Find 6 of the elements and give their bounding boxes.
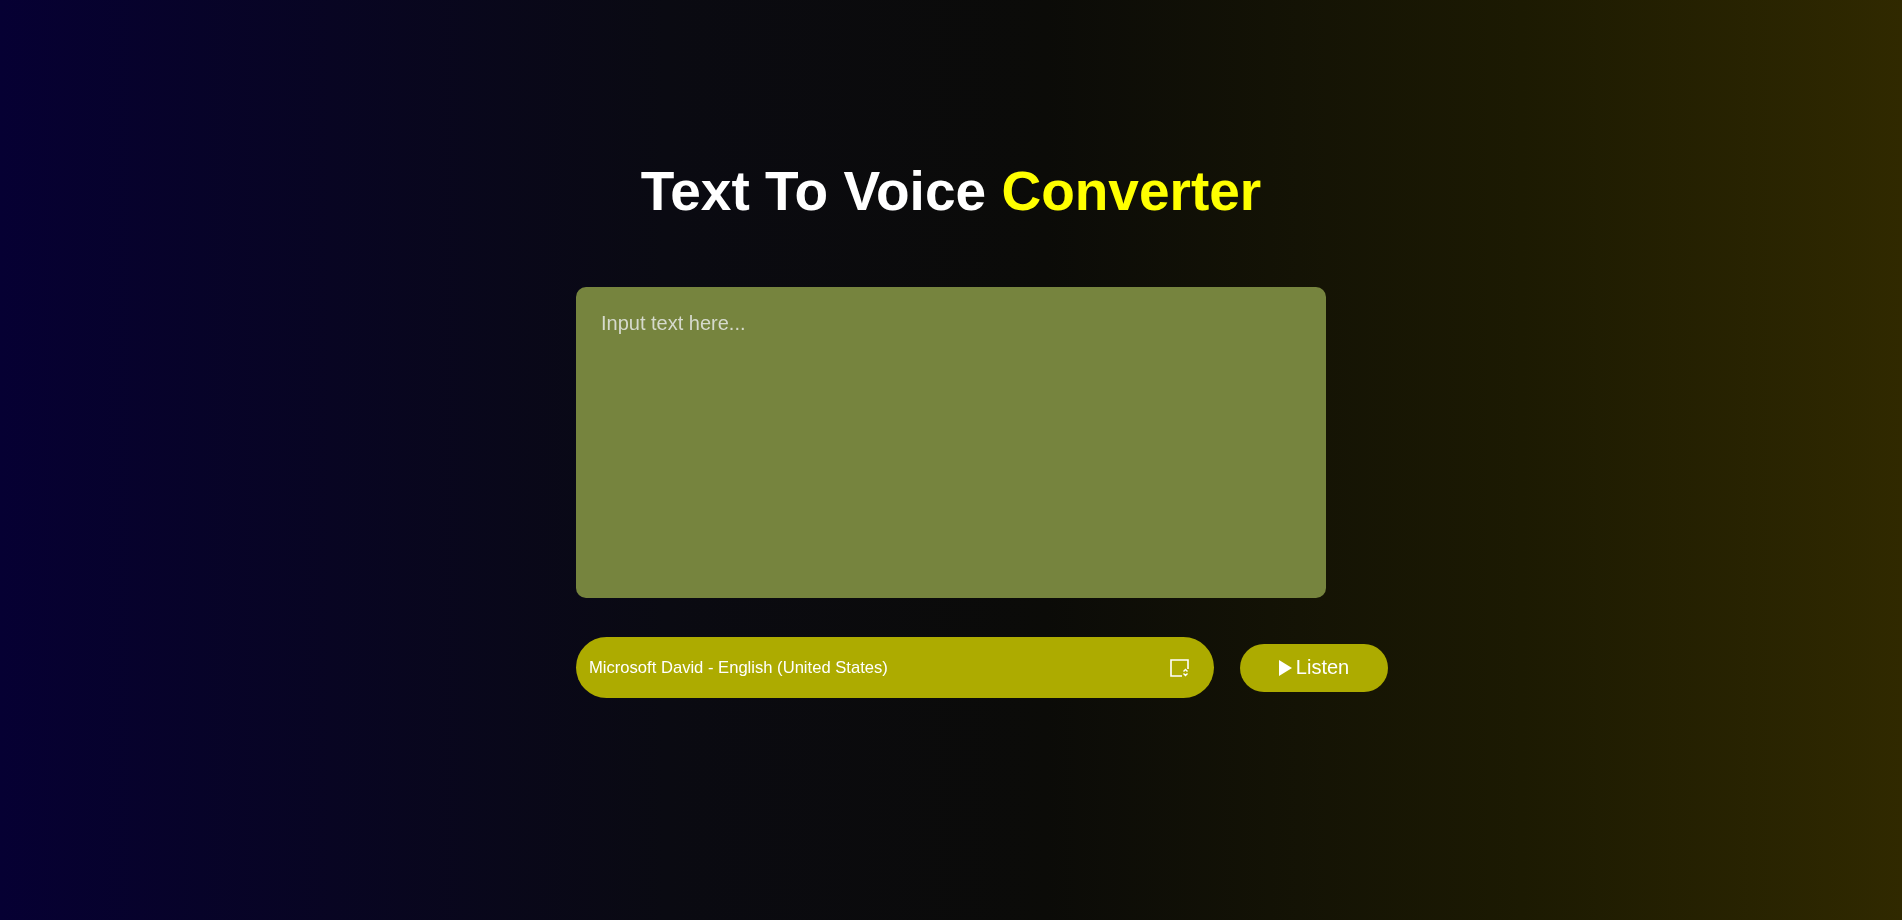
play-icon — [1278, 659, 1292, 676]
text-input-field[interactable]: Input text here... — [576, 287, 1326, 598]
dropdown-icon — [1170, 658, 1189, 677]
page-title: Text To Voice Converter — [640, 160, 1262, 223]
voice-dropdown[interactable]: Microsoft David - English (United States) — [576, 637, 1214, 698]
listen-button[interactable]: Listen — [1240, 643, 1388, 692]
